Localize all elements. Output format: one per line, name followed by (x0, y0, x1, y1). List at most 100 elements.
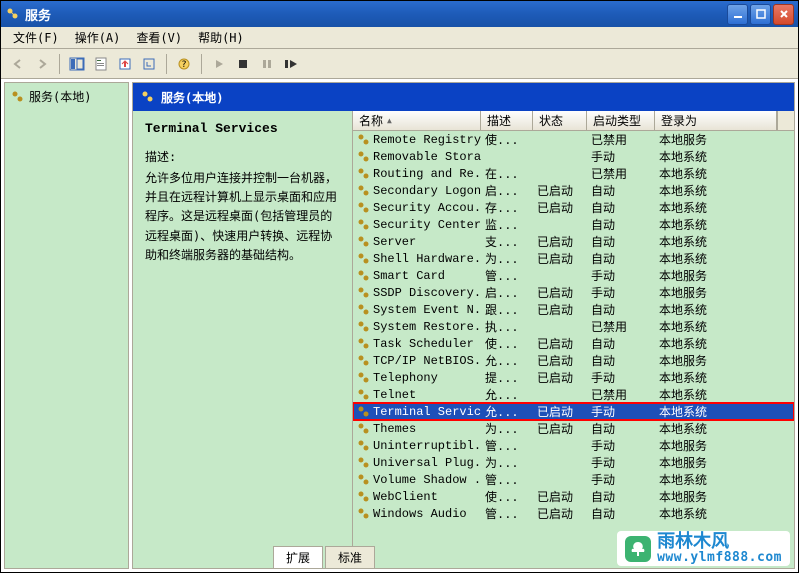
service-startup: 自动 (587, 420, 655, 437)
service-row[interactable]: SSDP Discovery...启...已启动手动本地服务 (353, 284, 794, 301)
service-row[interactable]: Secondary Logon启...已启动自动本地系统 (353, 182, 794, 199)
service-logon: 本地系统 (655, 216, 794, 233)
service-logon: 本地系统 (655, 318, 794, 335)
menu-file[interactable]: 文件(F) (5, 27, 67, 48)
gear-icon (357, 354, 371, 368)
service-row[interactable]: Routing and Re...在...已禁用本地系统 (353, 165, 794, 182)
maximize-button[interactable] (750, 4, 771, 25)
service-row[interactable]: Shell Hardware...为...已启动自动本地系统 (353, 250, 794, 267)
gear-icon (357, 235, 371, 249)
tree-node-services-local[interactable]: 服务(本地) (9, 87, 124, 106)
service-row[interactable]: Windows Audio管...已启动自动本地系统 (353, 505, 794, 522)
gear-icon (357, 252, 371, 266)
service-startup: 已禁用 (587, 386, 655, 403)
watermark-brand: 雨林木风 (657, 533, 782, 551)
watermark-logo (625, 536, 651, 562)
titlebar: 服务 (1, 1, 798, 27)
watermark-url: www.ylmf888.com (657, 551, 782, 564)
service-row[interactable]: WebClient使...已启动自动本地服务 (353, 488, 794, 505)
service-startup: 手动 (587, 471, 655, 488)
list-body[interactable]: Remote Registry使...已禁用本地服务Removable Stor… (353, 131, 794, 546)
service-logon: 本地系统 (655, 335, 794, 352)
service-startup: 已禁用 (587, 165, 655, 182)
column-status[interactable]: 状态 (533, 111, 587, 130)
gear-icon (357, 439, 371, 453)
service-status: 已启动 (533, 335, 587, 352)
gear-icon (357, 337, 371, 351)
properties-button[interactable] (90, 53, 112, 75)
column-logon-as[interactable]: 登录为 (655, 111, 777, 130)
service-status: 已启动 (533, 250, 587, 267)
service-row[interactable]: Remote Registry使...已禁用本地服务 (353, 131, 794, 148)
stop-button[interactable] (232, 53, 254, 75)
service-startup: 自动 (587, 199, 655, 216)
service-status: 已启动 (533, 233, 587, 250)
service-status: 已启动 (533, 182, 587, 199)
panel-header: 服务(本地) (133, 83, 794, 111)
minimize-button[interactable] (727, 4, 748, 25)
service-row[interactable]: Telephony提...已启动手动本地系统 (353, 369, 794, 386)
service-row[interactable]: System Event N...跟...已启动自动本地系统 (353, 301, 794, 318)
tab-standard[interactable]: 标准 (325, 546, 375, 568)
show-hide-tree-button[interactable] (66, 53, 88, 75)
service-row[interactable]: Universal Plug...为...手动本地服务 (353, 454, 794, 471)
column-startup-type[interactable]: 启动类型 (587, 111, 655, 130)
service-startup: 已禁用 (587, 318, 655, 335)
restart-button[interactable] (280, 53, 302, 75)
service-name: Themes (373, 422, 416, 436)
column-description[interactable]: 描述 (481, 111, 533, 130)
service-startup: 自动 (587, 216, 655, 233)
refresh-button[interactable] (138, 53, 160, 75)
service-status: 已启动 (533, 420, 587, 437)
service-row[interactable]: Uninterruptibl...管...手动本地服务 (353, 437, 794, 454)
service-name: Security Center (373, 218, 481, 232)
service-row[interactable]: Server支...已启动自动本地系统 (353, 233, 794, 250)
list-header: 名称▲ 描述 状态 启动类型 登录为 (353, 111, 794, 131)
service-row[interactable]: Smart Card管...手动本地服务 (353, 267, 794, 284)
service-row[interactable]: Security Center监...自动本地系统 (353, 216, 794, 233)
panel-header-title: 服务(本地) (161, 89, 223, 106)
menu-view[interactable]: 查看(V) (128, 27, 190, 48)
service-startup: 自动 (587, 335, 655, 352)
service-desc: 在... (481, 165, 533, 182)
gear-icon (357, 371, 371, 385)
service-startup: 自动 (587, 301, 655, 318)
service-desc: 允... (481, 403, 533, 420)
service-name: System Event N... (373, 303, 481, 317)
service-row[interactable]: Volume Shadow ...管...手动本地系统 (353, 471, 794, 488)
service-status: 已启动 (533, 301, 587, 318)
service-logon: 本地服务 (655, 352, 794, 369)
service-startup: 已禁用 (587, 131, 655, 148)
service-desc: 管... (481, 505, 533, 522)
service-logon: 本地服务 (655, 131, 794, 148)
service-row[interactable]: Telnet允...已禁用本地系统 (353, 386, 794, 403)
service-logon: 本地系统 (655, 386, 794, 403)
service-name: System Restore... (373, 320, 481, 334)
service-row[interactable]: System Restore...执...已禁用本地系统 (353, 318, 794, 335)
service-row[interactable]: Themes为...已启动自动本地系统 (353, 420, 794, 437)
export-button[interactable] (114, 53, 136, 75)
close-button[interactable] (773, 4, 794, 25)
service-logon: 本地服务 (655, 437, 794, 454)
service-logon: 本地系统 (655, 233, 794, 250)
service-startup: 自动 (587, 488, 655, 505)
gear-icon (357, 150, 371, 164)
menu-help[interactable]: 帮助(H) (190, 27, 252, 48)
tab-extended[interactable]: 扩展 (273, 546, 323, 568)
service-row[interactable]: Removable Storage手动本地系统 (353, 148, 794, 165)
help-button[interactable]: ? (173, 53, 195, 75)
column-name[interactable]: 名称▲ (353, 111, 481, 130)
service-row[interactable]: Task Scheduler使...已启动自动本地系统 (353, 335, 794, 352)
service-row[interactable]: Terminal Services允...已启动手动本地系统 (353, 403, 794, 420)
service-name: Smart Card (373, 269, 445, 283)
menu-action[interactable]: 操作(A) (67, 27, 129, 48)
app-icon (5, 6, 21, 22)
service-desc: 管... (481, 437, 533, 454)
service-desc: 启... (481, 182, 533, 199)
service-startup: 手动 (587, 437, 655, 454)
service-logon: 本地系统 (655, 182, 794, 199)
service-row[interactable]: TCP/IP NetBIOS...允...已启动自动本地服务 (353, 352, 794, 369)
service-name: Task Scheduler (373, 337, 474, 351)
service-logon: 本地系统 (655, 403, 794, 420)
service-row[interactable]: Security Accou...存...已启动自动本地系统 (353, 199, 794, 216)
